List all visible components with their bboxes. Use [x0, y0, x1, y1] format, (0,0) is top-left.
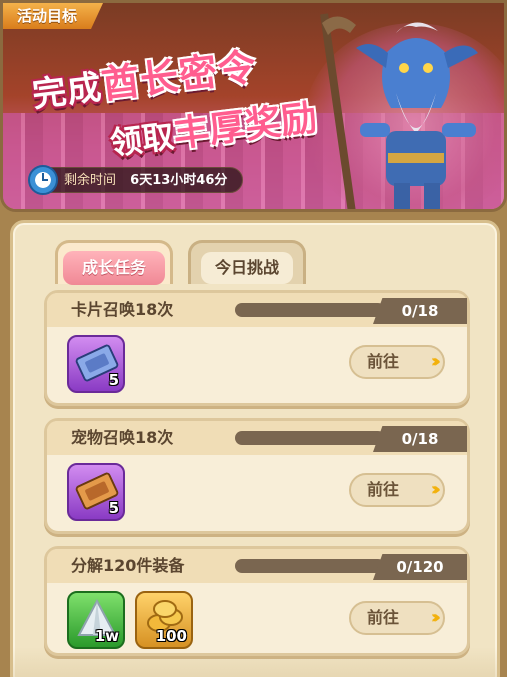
remaining-time-label: 剩余时间	[64, 173, 117, 188]
go-button-label: 前往	[367, 608, 400, 627]
go-button-label: 前往	[367, 352, 400, 371]
event-banner: 活动目标 完成酋长密令 领取丰厚奖励 剩余时间 6天13小时46分	[0, 0, 507, 212]
title-line1-a: 完成	[30, 67, 105, 116]
task-card-header: 宠物召唤18次 0/18	[47, 421, 467, 455]
arrow-right-icon: ›››	[430, 351, 442, 372]
reward-item[interactable]: 100	[135, 591, 193, 649]
title-line2-a: 领取	[107, 116, 177, 163]
task-name: 分解120件装备	[71, 556, 185, 575]
tab-daily-challenge-label: 今日挑战	[201, 252, 293, 284]
task-progress-bar	[235, 303, 385, 317]
troll-chief-illustration	[320, 13, 478, 209]
task-progress-count: 0/18	[373, 426, 467, 452]
tab-daily-challenge[interactable]: 今日挑战	[188, 240, 306, 284]
task-progress-bar	[235, 431, 385, 445]
task-card: 宠物召唤18次 0/18 5 前往 ›››	[44, 418, 470, 534]
task-card-header: 分解120件装备 0/120	[47, 549, 467, 583]
task-card: 分解120件装备 0/120 1w 100 前往 ›››	[44, 546, 470, 656]
remaining-time-value: 6天13小时46分	[130, 173, 228, 188]
arrow-right-icon: ›››	[430, 479, 442, 500]
reward-count: 100	[155, 627, 187, 645]
task-name: 宠物召唤18次	[71, 428, 174, 447]
event-target-tag: 活动目标	[3, 3, 104, 29]
tab-growth-tasks[interactable]: 成长任务	[55, 240, 173, 285]
go-button-label: 前往	[367, 480, 400, 499]
tab-growth-tasks-label: 成长任务	[63, 251, 165, 285]
reward-item[interactable]: 1w	[67, 591, 125, 649]
task-card-header: 卡片召唤18次 0/18	[47, 293, 467, 327]
task-name: 卡片召唤18次	[71, 300, 174, 319]
reward-count: 5	[108, 371, 119, 389]
task-progress-count: 0/120	[373, 554, 467, 580]
go-button[interactable]: 前往 ›››	[349, 473, 445, 507]
task-card: 卡片召唤18次 0/18 5 前往 ›››	[44, 290, 470, 406]
task-progress-bar	[235, 559, 385, 573]
clock-icon	[28, 165, 58, 195]
go-button[interactable]: 前往 ›››	[349, 601, 445, 635]
reward-count: 5	[108, 499, 119, 517]
reward-item[interactable]: 5	[67, 335, 125, 393]
go-button[interactable]: 前往 ›››	[349, 345, 445, 379]
reward-count: 1w	[94, 627, 119, 645]
task-progress-count: 0/18	[373, 298, 467, 324]
remaining-time-badge: 剩余时间 6天13小时46分	[28, 165, 243, 195]
reward-item[interactable]: 5	[67, 463, 125, 521]
arrow-right-icon: ›››	[430, 607, 442, 628]
